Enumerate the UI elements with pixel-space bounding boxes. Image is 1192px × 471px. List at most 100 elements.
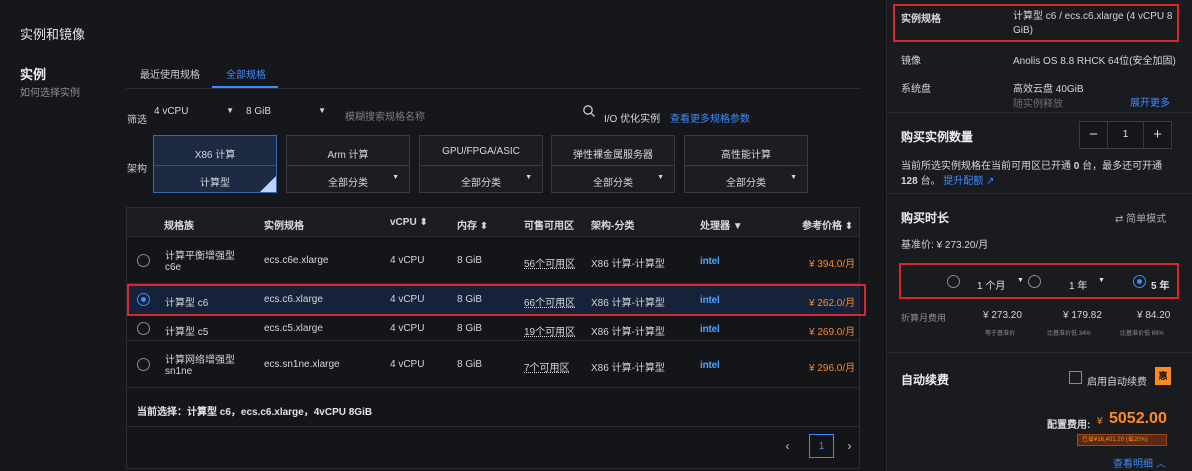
vcpu-cell: 4 vCPU [390,255,425,266]
zones-cell[interactable]: 56个可用区 [524,255,575,270]
arch-gpu[interactable]: GPU/FPGA/ASIC 全部分类 ▼ [419,135,543,193]
chevron-up-icon: ︿ [1155,459,1166,470]
highlight-duration [899,263,1179,299]
note-1y: 比基准价低 34% [1047,331,1091,337]
arch-arm[interactable]: Arm 计算 全部分类 ▼ [286,135,410,193]
price-detail-link[interactable]: 查看明细 ︿ [1113,455,1166,470]
zones-cell[interactable]: 7个可用区 [524,359,570,374]
external-link-icon: ↗ [986,176,995,187]
memory-select[interactable]: 8 GiB ▼ [246,106,326,122]
prev-page-button[interactable]: ‹ [775,434,800,458]
expand-more-link[interactable]: 展开更多 [1130,94,1170,109]
monthly-label: 折算月费用 [901,313,947,323]
th-memory-label: 内存 [457,221,477,232]
filter-icon: ▼ [732,221,743,232]
divider [887,193,1192,194]
chevron-down-icon: ▼ [525,174,532,181]
arch-hpc-category-value: 全部分类 [726,178,766,189]
increase-button[interactable]: + [1143,122,1171,148]
th-memory[interactable]: 内存 ⬍ [457,217,488,232]
how-to-choose-link[interactable]: 如何选择实例 [20,84,80,99]
page-1-button[interactable]: 1 [809,434,834,458]
monthly-1y: ¥ 179.82 [1063,310,1102,321]
divider [154,165,276,166]
section-title: 实例和镜像 [20,27,86,42]
vcpu-cell: 4 vCPU [390,323,425,334]
highlight-selected-row [127,284,866,316]
quota-note-unit: 台。 [920,176,941,187]
table-row[interactable]: 计算平衡增强型 c6e ecs.c6e.xlarge 4 vCPU 8 GiB … [127,238,859,284]
th-cpu-label: 处理器 [700,221,730,232]
th-cpu[interactable]: 处理器 ▼ [700,217,743,232]
row-radio[interactable] [137,322,150,335]
arch-arm-title: Arm 计算 [327,150,369,161]
arch-hpc-title: 高性能计算 [721,150,771,161]
th-spec: 实例规格 [264,221,304,232]
swap-icon: ⇄ [1115,214,1124,225]
memory-cell: 8 GiB [457,255,483,266]
arch-arm-category[interactable]: 全部分类 ▼ [287,174,409,189]
table-row[interactable]: 计算型 c5 ecs.c5.xlarge 4 vCPU 8 GiB 19个可用区… [127,316,859,341]
arch-baremetal-category-value: 全部分类 [593,178,633,189]
price-cell: ¥ 394.0/月 [809,259,856,270]
th-vcpu[interactable]: vCPU ⬍ [390,217,428,228]
chevron-down-icon: ▼ [657,174,664,181]
arch-gpu-category-value: 全部分类 [461,178,501,189]
tab-recent[interactable]: 最近使用规格 [140,66,200,81]
arch-baremetal[interactable]: 弹性裸金属服务器 全部分类 ▼ [551,135,675,193]
divider [887,352,1192,353]
disk-value: 高效云盘 40GiB [1013,84,1084,95]
spec-cell: ecs.sn1ne.xlarge [264,359,340,370]
more-specs-link[interactable]: 查看更多规格参数 [670,110,750,125]
quota-note-c: 台，最多还可开通 [1082,161,1163,172]
row-radio[interactable] [137,254,150,267]
memory-cell: 8 GiB [457,359,483,370]
sort-icon: ⬍ [479,221,489,232]
discount-badge: 惠 [1155,367,1171,385]
arch-x86-title: X86 计算 [194,150,236,161]
quantity-value[interactable]: 1 [1108,129,1143,140]
arch-gpu-category[interactable]: 全部分类 ▼ [420,174,542,189]
chevron-down-icon: ▼ [790,174,797,181]
arch-cell: X86 计算-计算型 [591,327,665,338]
divider [685,165,807,166]
arch-x86-category[interactable]: 计算型 [154,174,276,189]
vcpu-select[interactable]: 4 vCPU ▼ [154,106,234,122]
tab-divider [126,88,860,89]
total-label: 配置费用: [1047,420,1091,431]
decrease-button[interactable]: − [1080,122,1108,148]
spec-cell: ecs.c6e.xlarge [264,255,329,266]
base-price: 基准价: ¥ 273.20/月 [901,240,989,251]
zones-cell[interactable]: 19个可用区 [524,323,575,338]
arch-x86[interactable]: X86 计算 计算型 [153,135,277,193]
image-value: Anolis OS 8.8 RHCK 64位(安全加固) [1013,56,1176,67]
search-icon[interactable] [582,104,596,118]
arch-baremetal-category[interactable]: 全部分类 ▼ [552,174,674,189]
memory-select-value: 8 GiB [246,106,272,117]
raise-quota-link[interactable]: 提升配额 [943,176,983,187]
th-vcpu-label: vCPU [390,217,417,228]
price-cell: ¥ 269.0/月 [809,327,856,338]
auto-renew-checkbox[interactable] [1069,371,1082,384]
price-cell: ¥ 296.0/月 [809,363,856,374]
quantity-stepper[interactable]: − 1 + [1079,121,1172,149]
arch-gpu-title: GPU/FPGA/ASIC [442,146,520,157]
table-row[interactable]: 计算网络增强型 sn1ne ecs.sn1ne.xlarge 4 vCPU 8 … [127,342,859,388]
divider [287,165,409,166]
next-page-button[interactable]: › [837,434,862,458]
th-price[interactable]: 参考价格 ⬍ [802,217,853,232]
simple-mode-toggle[interactable]: ⇄ 简单模式 [1115,210,1166,225]
row-radio[interactable] [137,358,150,371]
total-currency: ¥ [1097,416,1103,427]
duration-title: 购买时长 [901,211,950,225]
price-detail-label: 查看明细 [1113,459,1153,470]
memory-cell: 8 GiB [457,323,483,334]
auto-renew-title: 自动续费 [901,373,950,387]
tab-all[interactable]: 全部规格 [226,66,266,81]
arch-hpc[interactable]: 高性能计算 全部分类 ▼ [684,135,808,193]
simple-mode-label: 简单模式 [1126,214,1167,225]
disk-label: 系统盘 [901,84,931,95]
arch-hpc-category[interactable]: 全部分类 ▼ [685,174,807,189]
quota-used: 0 [1073,161,1080,172]
spec-search-input[interactable]: 模糊搜索规格名称 [345,108,425,123]
